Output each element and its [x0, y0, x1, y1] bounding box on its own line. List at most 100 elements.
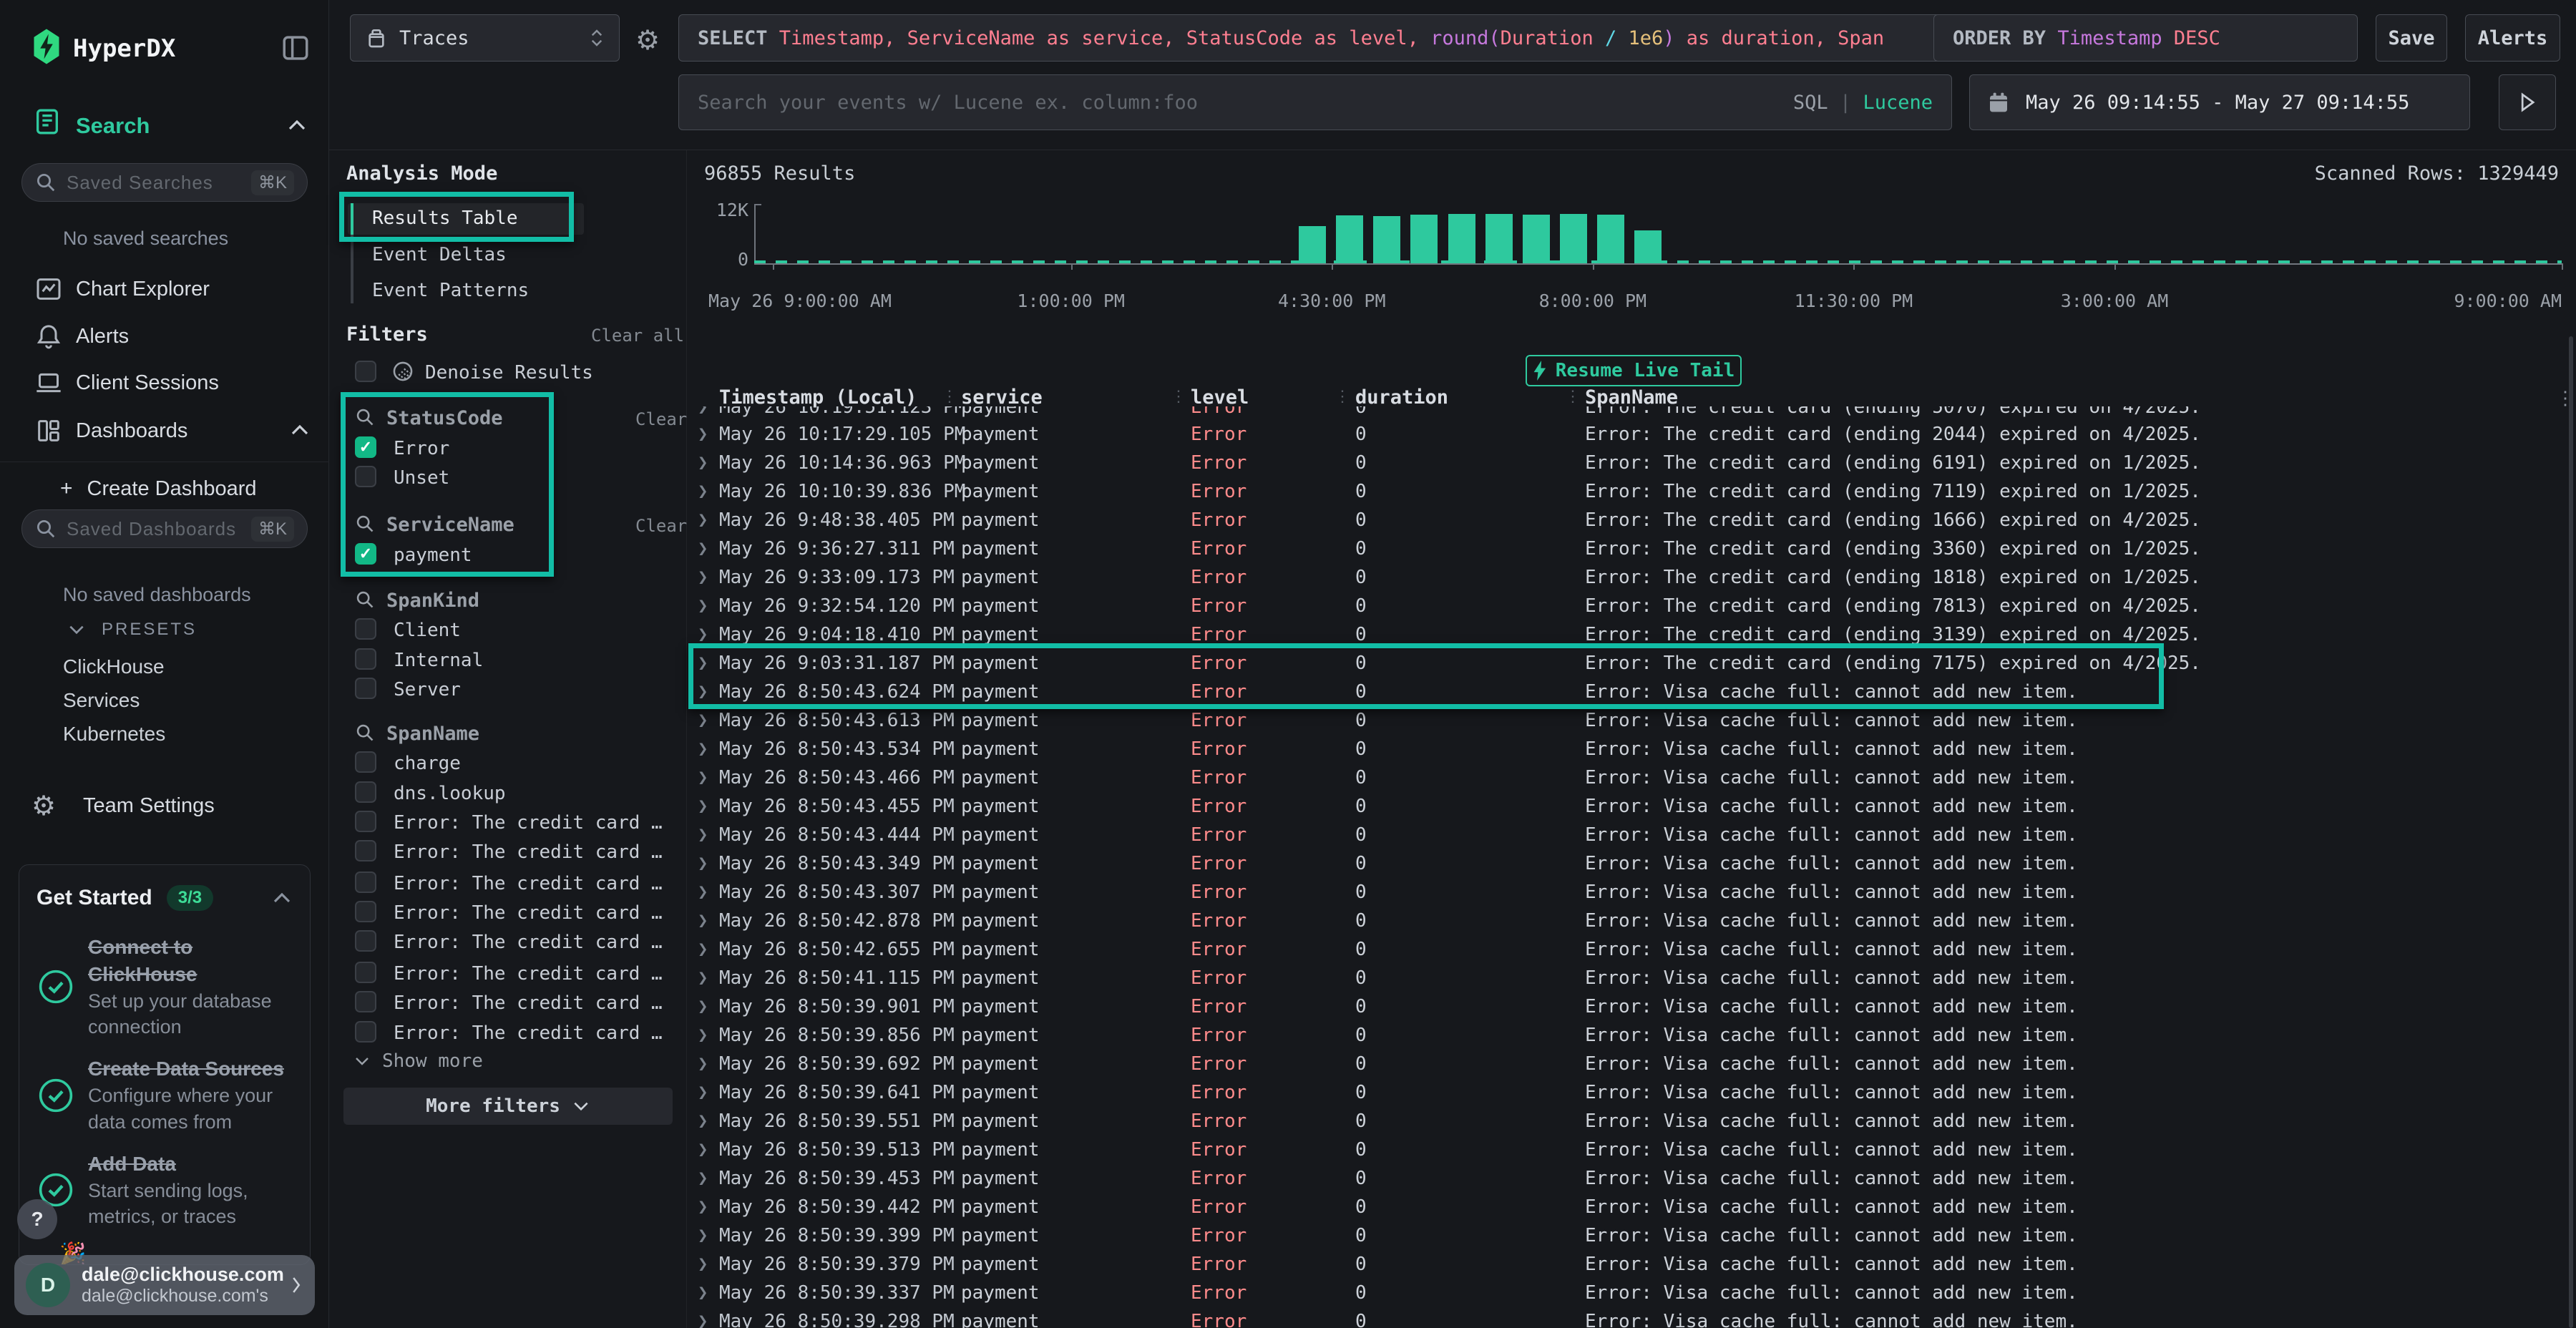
sidebar-collapse-icon[interactable]	[280, 31, 311, 64]
table-row[interactable]: ❯ May 26 8:50:43.444 PM payment Error 0 …	[687, 820, 2576, 849]
presets-toggle[interactable]: PRESETS	[67, 620, 197, 640]
checkbox[interactable]	[355, 991, 376, 1012]
filter-option-error-the-credit-card-[interactable]: Error: The credit card …	[329, 1020, 687, 1045]
row-expand-chevron-icon[interactable]: ❯	[698, 595, 708, 615]
histogram-bar[interactable]	[1410, 215, 1438, 263]
preset-clickhouse[interactable]: ClickHouse	[63, 655, 165, 678]
table-row[interactable]: ❯ May 26 9:03:31.187 PM payment Error 0 …	[687, 648, 2576, 677]
table-row[interactable]: ❯ May 26 8:50:43.455 PM payment Error 0 …	[687, 791, 2576, 820]
row-expand-chevron-icon[interactable]: ❯	[698, 824, 708, 844]
create-dashboard-button[interactable]: + Create Dashboard	[60, 477, 257, 501]
checkbox[interactable]	[355, 466, 376, 487]
table-row[interactable]: ❯ May 26 8:50:39.551 PM payment Error 0 …	[687, 1106, 2576, 1135]
row-expand-chevron-icon[interactable]: ❯	[698, 1196, 708, 1216]
row-expand-chevron-icon[interactable]: ❯	[698, 538, 708, 558]
filter-option-unset[interactable]: Unset	[329, 464, 687, 490]
table-row[interactable]: ❯ May 26 10:19:51.123 PM payment Error 0…	[687, 406, 2576, 419]
table-row[interactable]: ❯ May 26 9:48:38.405 PM payment Error 0 …	[687, 505, 2576, 534]
col-level[interactable]: level	[1191, 386, 1249, 409]
filter-option-error-the-credit-card-[interactable]: Error: The credit card …	[329, 929, 687, 954]
table-row[interactable]: ❯ May 26 8:50:39.641 PM payment Error 0 …	[687, 1078, 2576, 1106]
sidebar-item-dashboards[interactable]: Dashboards	[0, 414, 329, 449]
save-button[interactable]: Save	[2376, 14, 2447, 62]
help-button[interactable]: ?	[17, 1199, 57, 1239]
filter-option-error-the-credit-card-[interactable]: Error: The credit card …	[329, 870, 687, 896]
sidebar-item-alerts[interactable]: Alerts	[0, 319, 329, 355]
checkbox[interactable]	[355, 872, 376, 893]
col-service[interactable]: service	[961, 386, 1043, 409]
histogram-bar[interactable]	[1485, 214, 1513, 263]
row-expand-chevron-icon[interactable]: ❯	[698, 796, 708, 816]
clear-filter-link[interactable]: Clear	[635, 409, 687, 429]
sidebar-item-team-settings[interactable]: Team Settings	[83, 794, 215, 818]
filter-option-error-the-credit-card-[interactable]: Error: The credit card …	[329, 990, 687, 1015]
search-icon[interactable]	[355, 514, 375, 534]
saved-dashboards-input[interactable]: Saved Dashboards ⌘K	[21, 509, 308, 548]
row-expand-chevron-icon[interactable]: ❯	[698, 681, 708, 701]
preset-kubernetes[interactable]: Kubernetes	[63, 723, 165, 746]
checkbox[interactable]	[355, 930, 376, 952]
table-row[interactable]: ❯ May 26 8:50:43.534 PM payment Error 0 …	[687, 734, 2576, 763]
row-expand-chevron-icon[interactable]: ❯	[698, 767, 708, 787]
table-row[interactable]: ❯ May 26 8:50:39.692 PM payment Error 0 …	[687, 1049, 2576, 1078]
table-row[interactable]: ❯ May 26 8:50:39.379 PM payment Error 0 …	[687, 1249, 2576, 1278]
checkbox[interactable]	[355, 901, 376, 922]
checkbox[interactable]	[355, 811, 376, 832]
more-filters-button[interactable]: More filters	[343, 1088, 673, 1125]
row-expand-chevron-icon[interactable]: ❯	[698, 567, 708, 587]
analysis-mode-event-deltas[interactable]: Event Deltas	[372, 244, 507, 265]
col-resize-handle[interactable]: ⋮	[1171, 388, 1185, 406]
filter-option-error[interactable]: Error	[329, 435, 687, 461]
filter-option-charge[interactable]: charge	[329, 750, 687, 776]
histogram-bar[interactable]	[1299, 226, 1326, 263]
analysis-mode-event-patterns[interactable]: Event Patterns	[372, 280, 529, 301]
run-query-button[interactable]	[2499, 74, 2556, 130]
search-icon[interactable]	[355, 723, 375, 743]
row-expand-chevron-icon[interactable]: ❯	[698, 939, 708, 959]
filter-option-server[interactable]: Server	[329, 676, 687, 702]
table-row[interactable]: ❯ May 26 8:50:39.399 PM payment Error 0 …	[687, 1221, 2576, 1249]
checkbox[interactable]	[355, 436, 376, 458]
histogram-bar[interactable]	[1634, 230, 1662, 263]
filter-option-error-the-credit-card-[interactable]: Error: The credit card …	[329, 899, 687, 925]
table-row[interactable]: ❯ May 26 8:50:43.613 PM payment Error 0 …	[687, 706, 2576, 734]
table-row[interactable]: ❯ May 26 8:50:39.513 PM payment Error 0 …	[687, 1135, 2576, 1163]
row-expand-chevron-icon[interactable]: ❯	[698, 1282, 708, 1302]
search-icon[interactable]	[355, 407, 375, 427]
table-row[interactable]: ❯ May 26 8:50:42.655 PM payment Error 0 …	[687, 934, 2576, 963]
table-row[interactable]: ❯ May 26 8:50:43.349 PM payment Error 0 …	[687, 849, 2576, 877]
col-resize-handle[interactable]: ⋮	[1565, 388, 1579, 406]
row-expand-chevron-icon[interactable]: ❯	[698, 1025, 708, 1045]
col-duration[interactable]: duration	[1355, 386, 1448, 409]
row-expand-chevron-icon[interactable]: ❯	[698, 481, 708, 501]
table-row[interactable]: ❯ May 26 8:50:43.466 PM payment Error 0 …	[687, 763, 2576, 791]
checkbox[interactable]	[355, 648, 376, 670]
get-started-item[interactable]: Add Data Start sending logs, metrics, or…	[19, 1135, 310, 1230]
search-input[interactable]: Search your events w/ Lucene ex. column:…	[678, 74, 1952, 130]
table-row[interactable]: ❯ May 26 8:50:39.337 PM payment Error 0 …	[687, 1278, 2576, 1307]
sidebar-item-search[interactable]: Search	[76, 113, 150, 139]
checkbox[interactable]	[355, 840, 376, 861]
sql-query-editor[interactable]: SELECT Timestamp, ServiceName as service…	[678, 14, 1952, 62]
analysis-mode-results-table[interactable]: Results Table	[372, 208, 518, 229]
source-select[interactable]: Traces	[350, 14, 620, 62]
get-started-item[interactable]: Connect to ClickHouse Set up your databa…	[19, 918, 310, 1040]
chevron-up-icon[interactable]	[271, 891, 293, 905]
row-expand-chevron-icon[interactable]: ❯	[698, 996, 708, 1016]
search-icon[interactable]	[355, 590, 375, 610]
checkbox[interactable]	[355, 781, 376, 803]
filter-option-error-the-credit-card-[interactable]: Error: The credit card …	[329, 839, 687, 864]
row-expand-chevron-icon[interactable]: ❯	[698, 967, 708, 987]
vertical-scrollbar[interactable]	[2569, 336, 2573, 1328]
filter-option-payment[interactable]: payment	[329, 542, 687, 567]
filter-option-error-the-credit-card-[interactable]: Error: The credit card …	[329, 809, 687, 835]
show-more-link[interactable]: Show more	[353, 1050, 483, 1072]
order-by-input[interactable]: ORDER BY Timestamp DESC	[1933, 14, 2358, 62]
histogram-bar[interactable]	[1336, 215, 1363, 263]
sidebar-item-client-sessions[interactable]: Client Sessions	[0, 366, 329, 401]
row-expand-chevron-icon[interactable]: ❯	[698, 1225, 708, 1245]
table-row[interactable]: ❯ May 26 8:50:39.453 PM payment Error 0 …	[687, 1163, 2576, 1192]
row-expand-chevron-icon[interactable]: ❯	[698, 1139, 708, 1159]
row-expand-chevron-icon[interactable]: ❯	[698, 738, 708, 758]
row-expand-chevron-icon[interactable]: ❯	[698, 653, 708, 673]
